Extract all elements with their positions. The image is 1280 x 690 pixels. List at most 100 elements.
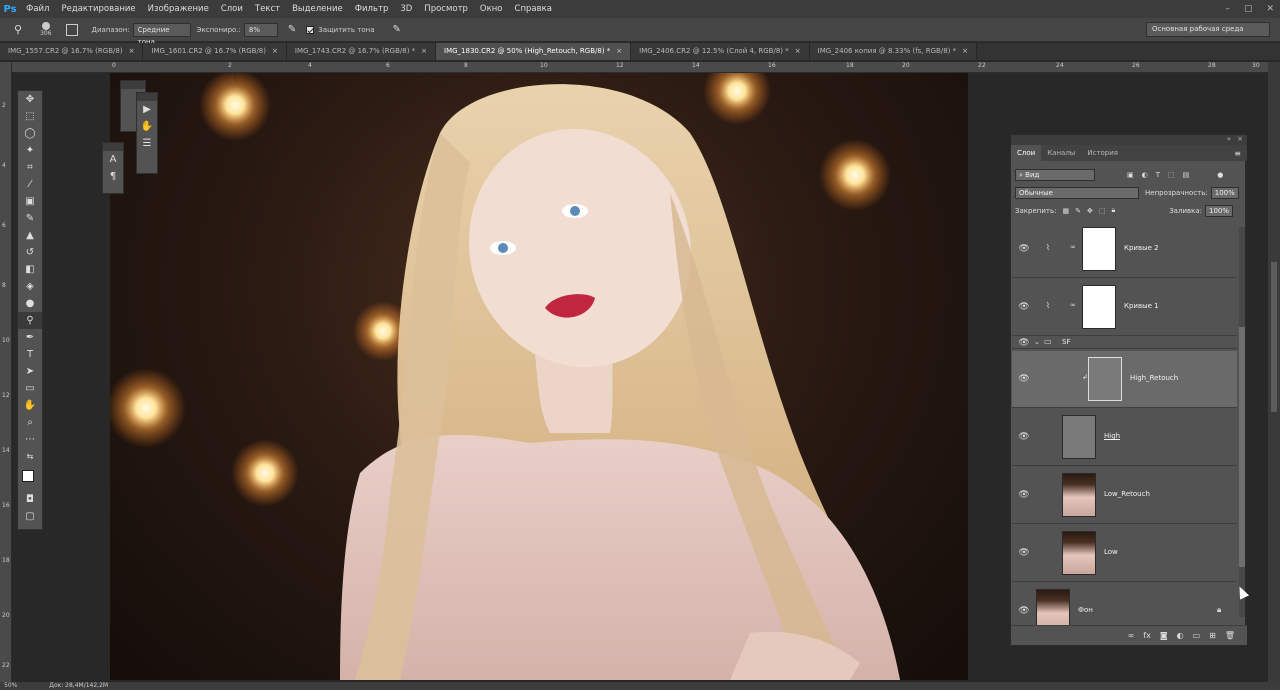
quick-mask-icon[interactable]: ◘: [18, 491, 42, 508]
menu-type[interactable]: Текст: [249, 0, 286, 18]
layer-row[interactable]: 👁︎ High: [1012, 409, 1237, 466]
menu-layers[interactable]: Слои: [215, 0, 249, 18]
shape-tool-icon[interactable]: ▭: [18, 380, 42, 397]
group-row[interactable]: 👁︎ ⌄ ▭ SF: [1012, 337, 1237, 349]
move-tool-icon[interactable]: ✥: [18, 91, 42, 108]
menu-filter[interactable]: Фильтр: [349, 0, 395, 18]
swap-colors-icon[interactable]: ⇆: [18, 448, 42, 465]
eye-icon[interactable]: 👁︎: [1018, 244, 1030, 254]
pen-tool-icon[interactable]: ✒: [18, 329, 42, 346]
tab-img-2406-copy[interactable]: IMG_2406 копия @ 8.33% (fs, RGB/8) * ×: [809, 43, 977, 60]
add-mask-icon[interactable]: ◙: [1160, 631, 1168, 640]
layer-row[interactable]: 👁︎ Фон 🔒︎: [1012, 583, 1237, 625]
eye-icon[interactable]: 👁︎: [1018, 302, 1030, 312]
tab-img-2406[interactable]: IMG_2406.CR2 @ 12.5% (Слой 4, RGB/8) * ×: [631, 43, 810, 60]
eye-icon[interactable]: 👁︎: [1018, 338, 1030, 348]
eraser-tool-icon[interactable]: ◧: [18, 261, 42, 278]
marquee-tool-icon[interactable]: ⬚: [18, 108, 42, 125]
layer-row[interactable]: 👁︎ Low: [1012, 525, 1237, 582]
frame-tool-icon[interactable]: ▣: [18, 193, 42, 210]
new-group-icon[interactable]: ▭: [1193, 631, 1201, 640]
scrollbar-thumb[interactable]: [1271, 262, 1277, 412]
close-icon[interactable]: ×: [129, 47, 135, 55]
tab-layers[interactable]: Слои: [1011, 145, 1042, 161]
layers-scrollbar[interactable]: [1239, 227, 1245, 617]
panel-menu-icon[interactable]: ≡: [1234, 149, 1241, 158]
paragraph-icon[interactable]: ¶: [103, 168, 123, 185]
eyedropper-tool-icon[interactable]: ⁄: [18, 176, 42, 193]
adjustment-layer-icon[interactable]: ◐: [1177, 631, 1184, 640]
eye-icon[interactable]: 👁︎: [1018, 490, 1030, 500]
lock-all-icon[interactable]: 🔒︎: [1111, 206, 1115, 215]
filter-smart-icon[interactable]: ▤: [1183, 171, 1190, 179]
maximize-button[interactable]: ▢: [1244, 4, 1253, 14]
blur-tool-icon[interactable]: ●: [18, 295, 42, 312]
filter-adjust-icon[interactable]: ◐: [1142, 171, 1148, 179]
document-canvas[interactable]: [110, 73, 968, 680]
collapse-icon[interactable]: »: [1227, 135, 1231, 143]
zoom-level[interactable]: 50%: [4, 682, 17, 689]
chevron-down-icon[interactable]: ⌄: [1034, 338, 1040, 346]
lock-pixels-icon[interactable]: ✎: [1075, 207, 1081, 215]
close-icon[interactable]: ×: [421, 47, 427, 55]
exposure-field[interactable]: 8%: [243, 22, 278, 37]
type-tool-icon[interactable]: T: [18, 346, 42, 363]
eye-icon[interactable]: 👁︎: [1018, 606, 1030, 616]
opacity-field[interactable]: 100%: [1210, 186, 1239, 199]
tab-img-1557[interactable]: IMG_1557.CR2 @ 16.7% (RGB/8) ×: [0, 43, 144, 60]
tab-history[interactable]: История: [1081, 145, 1124, 161]
foreground-color[interactable]: [22, 470, 34, 482]
eye-icon[interactable]: 👁︎: [1018, 548, 1030, 558]
blend-mode-select[interactable]: Обычные: [1015, 186, 1139, 199]
tab-img-1601[interactable]: IMG_1601.CR2 @ 16.7% (RGB/8) ×: [143, 43, 287, 60]
layer-row[interactable]: 👁︎ ⌇ ∞ Кривые 2: [1012, 221, 1237, 278]
close-icon[interactable]: ×: [1237, 135, 1243, 143]
fx-icon[interactable]: fx: [1143, 631, 1151, 640]
menu-edit[interactable]: Редактирование: [55, 0, 141, 18]
tab-img-1743[interactable]: IMG_1743.CR2 @ 16.7% (RGB/8) * ×: [286, 43, 437, 60]
range-select[interactable]: Средние тона: [132, 22, 191, 46]
new-layer-icon[interactable]: ⊞: [1209, 631, 1216, 640]
eye-icon[interactable]: 👁︎: [1018, 432, 1030, 442]
color-swatch[interactable]: [18, 465, 42, 491]
close-icon[interactable]: ×: [795, 47, 801, 55]
link-layers-icon[interactable]: ∞: [1128, 631, 1135, 640]
play-icon[interactable]: ▶: [137, 101, 157, 118]
filter-type-icon[interactable]: T: [1156, 171, 1160, 179]
canvas-vertical-scrollbar[interactable]: [1268, 62, 1280, 682]
character-icon[interactable]: A: [103, 151, 123, 168]
lock-transparent-icon[interactable]: ▦: [1062, 207, 1069, 215]
eye-icon[interactable]: 👁︎: [1018, 374, 1030, 384]
history-brush-icon[interactable]: ↺: [18, 244, 42, 261]
lasso-tool-icon[interactable]: ◯: [18, 125, 42, 142]
more-tools-icon[interactable]: ⋯: [18, 431, 42, 448]
scrollbar-thumb[interactable]: [1239, 327, 1245, 567]
fill-field[interactable]: 100%: [1205, 204, 1233, 217]
sponge-tool-icon[interactable]: ⚲: [18, 312, 42, 329]
adjust-icon[interactable]: ☰: [137, 135, 157, 152]
brush-tool-icon[interactable]: ✎: [18, 210, 42, 227]
menu-file[interactable]: Файл: [20, 0, 55, 18]
protect-tones-checkbox[interactable]: [306, 25, 315, 34]
tab-channels[interactable]: Каналы: [1041, 145, 1081, 161]
zoom-tool-icon[interactable]: ⌕: [18, 414, 42, 431]
panel-header[interactable]: » ×: [1011, 135, 1247, 145]
stamp-tool-icon[interactable]: ▲: [18, 227, 42, 244]
brush-preset-picker[interactable]: 306: [40, 22, 52, 37]
crop-tool-icon[interactable]: ⌗: [18, 159, 42, 176]
layer-row-selected[interactable]: 👁︎ ↲ High_Retouch: [1012, 351, 1237, 408]
workspace-select[interactable]: Основная рабочая среда: [1146, 22, 1270, 37]
airbrush-icon[interactable]: ✎: [288, 24, 296, 35]
close-icon[interactable]: ×: [616, 47, 622, 55]
trash-icon[interactable]: 🗑︎: [1225, 631, 1235, 640]
menu-select[interactable]: Выделение: [286, 0, 349, 18]
close-icon[interactable]: ×: [962, 47, 968, 55]
filter-shape-icon[interactable]: ⬚: [1168, 171, 1175, 179]
quick-select-tool-icon[interactable]: ✦: [18, 142, 42, 159]
hand-tool-icon[interactable]: ✋: [18, 397, 42, 414]
lock-position-icon[interactable]: ✥: [1087, 207, 1093, 215]
brush-panel-icon[interactable]: [65, 23, 78, 36]
menu-view[interactable]: Просмотр: [418, 0, 474, 18]
paint-bucket-icon[interactable]: ◈: [18, 278, 42, 295]
pressure-icon[interactable]: ✎: [393, 24, 401, 35]
